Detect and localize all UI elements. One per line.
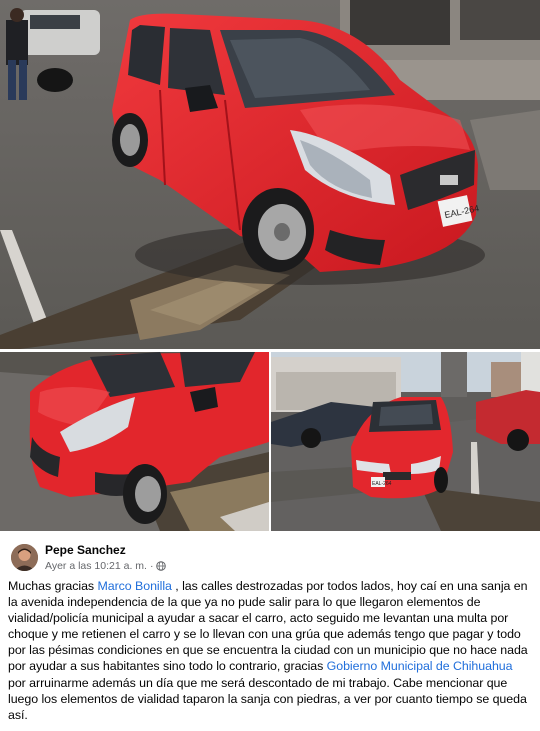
post-photo-main[interactable]: EAL-264 [0, 0, 540, 349]
post-timestamp[interactable]: Ayer a las 10:21 a. m. [45, 560, 147, 572]
post-text-part: por arruinarme además un día que me será… [8, 675, 527, 722]
post-text-part: Muchas gracias [8, 579, 98, 593]
post-meta: Ayer a las 10:21 a. m. · [45, 560, 167, 572]
mention-marco-bonilla[interactable]: Marco Bonilla [97, 579, 171, 593]
author-name[interactable]: Pepe Sanchez [45, 543, 126, 557]
post-photo-right[interactable]: EAL-264 [271, 352, 540, 531]
post-text: Muchas gracias Marco Bonilla , las calle… [8, 578, 532, 723]
meta-separator: · [149, 560, 154, 572]
right-plate: EAL-264 [372, 481, 392, 487]
car-front-closeup-photo [0, 352, 269, 531]
globe-icon[interactable] [156, 561, 167, 571]
car-street-view-photo: EAL-264 [271, 352, 540, 531]
avatar[interactable] [11, 544, 38, 571]
car-in-ditch-photo: EAL-264 [0, 0, 540, 349]
post-photo-left[interactable] [0, 352, 269, 531]
post-header: Pepe Sanchez Ayer a las 10:21 a. m. · [11, 542, 531, 576]
mention-gobierno-municipal[interactable]: Gobierno Municipal de Chihuahua [327, 659, 513, 673]
avatar-icon [11, 544, 38, 571]
